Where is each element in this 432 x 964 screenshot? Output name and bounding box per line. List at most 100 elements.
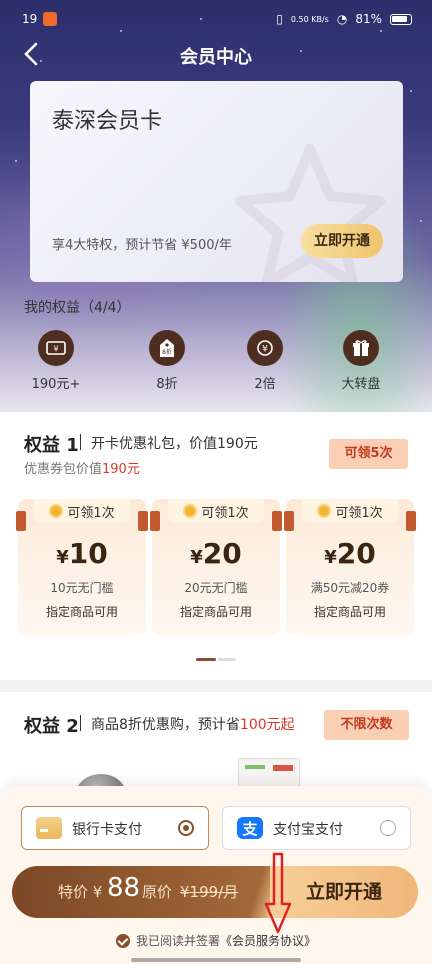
coupon-scope: 指定商品可用 [45, 605, 118, 619]
coupon-price: ¥10 [18, 537, 146, 570]
agreement-link[interactable]: 《会员服务协议》 [220, 934, 316, 948]
coupon-card[interactable]: 可领1次 ¥20 20元无门槛 指定商品可用 [146, 499, 282, 635]
vibrate-icon: ▯ [276, 12, 283, 26]
currency-symbol: ¥ [190, 547, 203, 568]
coupon-icon: ¥ [38, 330, 74, 366]
right-label: 8折 [156, 377, 178, 392]
coupon-ear [406, 511, 416, 531]
right-item-wheel[interactable]: 大转盘 [321, 330, 401, 392]
coupon-amount: 20 [336, 537, 376, 570]
agreement-text: 我已阅读并签署 [135, 934, 220, 948]
wifi-icon: ◔ [336, 12, 348, 26]
right-item-multiplier[interactable]: ¥ 2倍 [225, 330, 305, 392]
svg-text:支: 支 [241, 820, 258, 838]
svg-text:¥: ¥ [53, 345, 58, 354]
coin-icon [183, 504, 198, 518]
battery-percent: 81% [355, 12, 382, 26]
coupon-claim-text: 可领1次 [67, 505, 115, 521]
divider [80, 715, 81, 731]
status-bar: 19 ▯ 0.50 KB/s ◔ 81% [0, 0, 432, 40]
red-down-arrow-annotation [264, 852, 292, 934]
unlimited-tag[interactable]: 不限次数 [324, 710, 409, 740]
carousel-indicator [196, 658, 236, 661]
star-watermark-icon [235, 144, 385, 282]
top-nav: 会员中心 [0, 40, 432, 70]
claim-count-tag[interactable]: 可领5次 [329, 439, 408, 469]
gift-box-icon [343, 330, 379, 366]
benefit-section-1: 权益 1 开卡优惠礼包，价值190元 优惠券包价值190元 可领5次 可领1次 … [0, 412, 432, 680]
coupon-claim-text: 可领1次 [335, 505, 383, 521]
benefit-description: 商品8折优惠购，预计省100元起 [91, 714, 295, 734]
right-label: 190元+ [31, 377, 81, 392]
benefit-title: 权益 2 [24, 716, 79, 737]
coin-icon [49, 504, 64, 518]
svg-text:¥: ¥ [262, 345, 268, 355]
coupon-card[interactable]: 可领1次 ¥10 10元无门槛 指定商品可用 [12, 499, 148, 635]
pay-option-label: 银行卡支付 [72, 822, 142, 838]
coupon-ear [150, 511, 160, 531]
coupon-price: ¥20 [152, 537, 280, 570]
benefit-title: 权益 1 [24, 435, 79, 456]
right-item-coupon[interactable]: ¥ 190元+ [16, 330, 96, 392]
coupon-scope: 指定商品可用 [179, 605, 252, 619]
alipay-icon: 支 [237, 817, 263, 839]
bank-card-icon [36, 817, 62, 839]
rights-row: ¥ 190元+ 8折 8折 ¥ 2倍 大转盘 [22, 330, 412, 400]
coupon-condition: 10元无门槛 [50, 581, 114, 595]
svg-text:8折: 8折 [162, 348, 172, 356]
benefit-subtitle: 优惠券包价值190元 [24, 458, 140, 477]
promo-label: 特价 ¥ [58, 883, 103, 901]
coupon-amount: 10 [68, 537, 108, 570]
agreement-line: 我已阅读并签署《会员服务协议》 [0, 932, 432, 949]
app-root: 19 ▯ 0.50 KB/s ◔ 81% 会员中心 泰深会员卡 享4大特权，预计… [0, 0, 432, 964]
coin-icon [317, 504, 332, 518]
card-description: 享4大特权，预计节省 ¥500/年 [52, 238, 232, 253]
benefit-desc-value: 100元起 [239, 717, 295, 733]
coupon-claim-text: 可领1次 [201, 505, 249, 521]
coupon-price: ¥20 [286, 537, 414, 570]
home-indicator[interactable] [131, 958, 301, 962]
coupon-condition: 20元无门槛 [184, 581, 248, 595]
coupon-ear [16, 511, 26, 531]
purchase-bar[interactable]: 特价 ¥ 88 原价 ¥199/月 立即开通 [12, 866, 418, 918]
right-label: 2倍 [254, 377, 276, 392]
rights-title: 我的权益（4/4） [24, 300, 131, 316]
membership-card: 泰深会员卡 享4大特权，预计节省 ¥500/年 立即开通 [30, 81, 403, 282]
promo-price: 88 [107, 873, 141, 903]
card-title: 泰深会员卡 [52, 109, 163, 134]
alipay-pay-option[interactable]: 支 支付宝支付 [222, 806, 411, 850]
radio-unselected[interactable] [380, 820, 396, 836]
benefit-sub-value: 190元 [102, 462, 140, 477]
discount-tag-icon: 8折 [149, 330, 185, 366]
right-label: 大转盘 [341, 377, 381, 392]
divider [80, 434, 81, 450]
coupon-scope: 指定商品可用 [313, 605, 386, 619]
payment-panel: 银行卡支付 支 支付宝支付 特价 ¥ 88 原价 ¥199/月 立即开通 我已阅… [0, 786, 432, 964]
coupon-ear [284, 511, 294, 531]
currency-symbol: ¥ [56, 547, 69, 568]
orig-price: ¥199/月 [180, 883, 239, 901]
coupon-amount: 20 [202, 537, 242, 570]
card-open-button[interactable]: 立即开通 [301, 224, 383, 258]
coupon-claim-label: 可领1次 [302, 499, 398, 523]
app-notification-icon [43, 12, 58, 26]
page-title: 会员中心 [180, 47, 252, 68]
currency-symbol: ¥ [324, 547, 337, 568]
bank-card-pay-option[interactable]: 银行卡支付 [21, 806, 209, 850]
benefit-sub-prefix: 优惠券包价值 [24, 462, 103, 477]
status-time: 19 [22, 12, 38, 26]
orig-label: 原价 [142, 883, 173, 901]
benefit-desc-prefix: 商品8折优惠购，预计省 [91, 717, 240, 733]
right-item-discount[interactable]: 8折 8折 [127, 330, 207, 392]
agreement-checkbox[interactable] [115, 934, 130, 948]
benefit-description: 开卡优惠礼包，价值190元 [91, 436, 258, 452]
coin-multiplier-icon: ¥ [247, 330, 283, 366]
coupon-claim-label: 可领1次 [168, 499, 264, 523]
coupon-condition: 满50元减20券 [310, 581, 390, 595]
network-speed: 0.50 KB/s [290, 14, 329, 24]
price-area: 特价 ¥ 88 原价 ¥199/月 [12, 866, 270, 918]
radio-selected[interactable] [178, 820, 194, 836]
coupon-claim-label: 可领1次 [34, 499, 130, 523]
coupon-ear [272, 511, 282, 531]
coupon-card[interactable]: 可领1次 ¥20 满50元减20券 指定商品可用 [280, 499, 416, 635]
